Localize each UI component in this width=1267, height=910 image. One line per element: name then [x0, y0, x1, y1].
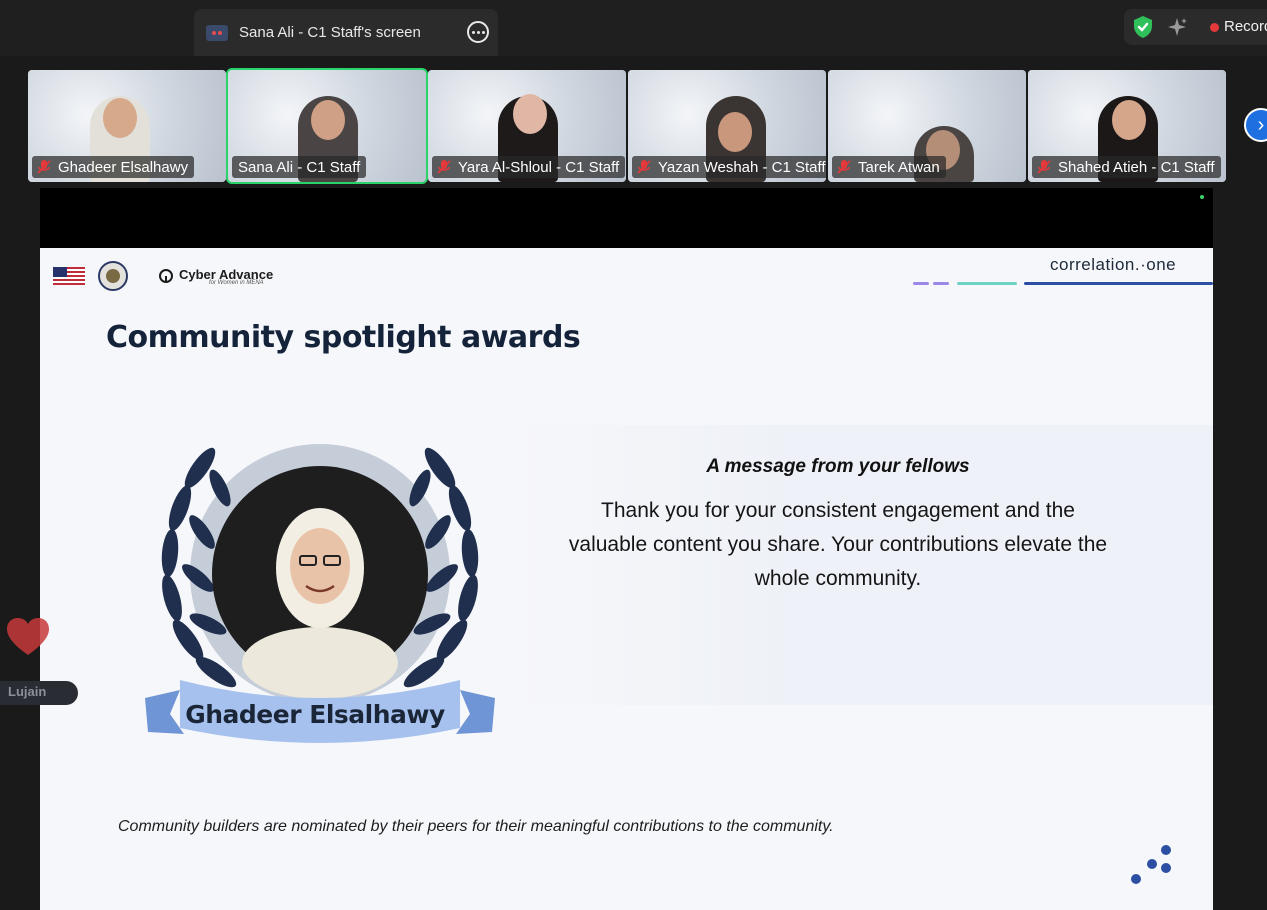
participant-tile[interactable]: Yara Al-Shloul - C1 Staff [428, 70, 626, 182]
participant-name: Tarek Atwan [858, 158, 940, 176]
participant-name: Ghadeer Elsalhawy [58, 158, 189, 176]
reaction-name-chip: Lujain [0, 681, 78, 705]
security-shield-icon[interactable] [1132, 15, 1154, 39]
participant-name-bar: Shahed Atieh - C1 Staff [1032, 156, 1221, 178]
brand-accent-line [957, 282, 1017, 285]
participant-name-bar: Yazan Weshah - C1 Staff [632, 156, 826, 178]
reaction-sender-name: Lujain [8, 684, 47, 699]
mic-muted-icon [837, 160, 851, 174]
status-dot [1200, 195, 1204, 199]
participant-tile-active-speaker[interactable]: Sana Ali - C1 Staff [226, 68, 428, 184]
participant-name-bar: Ghadeer Elsalhawy [32, 156, 195, 178]
state-department-seal-logo [98, 261, 128, 291]
brand-accent-line [933, 282, 949, 285]
message-heading: A message from your fellows [706, 456, 970, 477]
recording-label[interactable]: Recording [1224, 18, 1267, 35]
mic-muted-icon [1037, 160, 1051, 174]
participant-tile[interactable]: Shahed Atieh - C1 Staff [1028, 70, 1226, 182]
meeting-top-bar: Sana Ali - C1 Staff's screen Recording [0, 0, 1267, 56]
recording-dot-icon [1210, 23, 1219, 32]
honoree-name: Ghadeer Elsalhawy [185, 700, 445, 729]
participant-tile[interactable]: Yazan Weshah - C1 Staff [628, 70, 826, 182]
us-flag-logo [53, 267, 85, 285]
decorative-dots-icon [1131, 845, 1171, 884]
participant-name: Yazan Weshah - C1 Staff [658, 158, 826, 176]
share-app-icon [206, 24, 228, 41]
presentation-slide: Cyber Advance for Women in MENA correlat… [40, 248, 1213, 910]
participant-tile[interactable]: Tarek Atwan [828, 70, 1026, 182]
mic-muted-icon [637, 160, 651, 174]
meeting-status-tools: Recording [1124, 9, 1267, 45]
participant-name-bar: Tarek Atwan [832, 156, 946, 178]
slide-footnote: Community builders are nominated by thei… [118, 818, 834, 835]
heart-reaction-icon [7, 618, 49, 655]
mic-muted-icon [37, 160, 51, 174]
participant-tile[interactable]: Ghadeer Elsalhawy [28, 70, 226, 182]
cyber-advance-subtitle: for Women in MENA [209, 280, 264, 286]
participant-name: Yara Al-Shloul - C1 Staff [458, 158, 620, 176]
mic-muted-icon [437, 160, 451, 174]
slide-title: Community spotlight awards [106, 320, 581, 355]
participant-strip: Ghadeer Elsalhawy Sana Ali - C1 Staff Ya… [0, 56, 1267, 188]
message-body: Thank you for your consistent engagement… [568, 499, 1108, 590]
participant-name-bar: Yara Al-Shloul - C1 Staff [432, 156, 626, 178]
more-options-icon[interactable] [467, 21, 489, 43]
correlation-one-logo: correlation.·one [1050, 255, 1177, 274]
screen-share-tab[interactable]: Sana Ali - C1 Staff's screen [194, 9, 498, 56]
next-page-chevron-icon[interactable]: › [1244, 108, 1267, 142]
share-tab-title: Sana Ali - C1 Staff's screen [239, 24, 421, 41]
cyber-advance-logo-icon [159, 269, 173, 283]
participant-name: Sana Ali - C1 Staff [238, 158, 361, 176]
brand-accent-line [913, 282, 929, 285]
shared-screen-header [40, 188, 1213, 248]
participant-name-bar: Sana Ali - C1 Staff [232, 156, 367, 178]
brand-accent-line [1024, 282, 1213, 285]
ai-sparkle-icon[interactable] [1166, 16, 1188, 38]
participant-name: Shahed Atieh - C1 Staff [1058, 158, 1215, 176]
